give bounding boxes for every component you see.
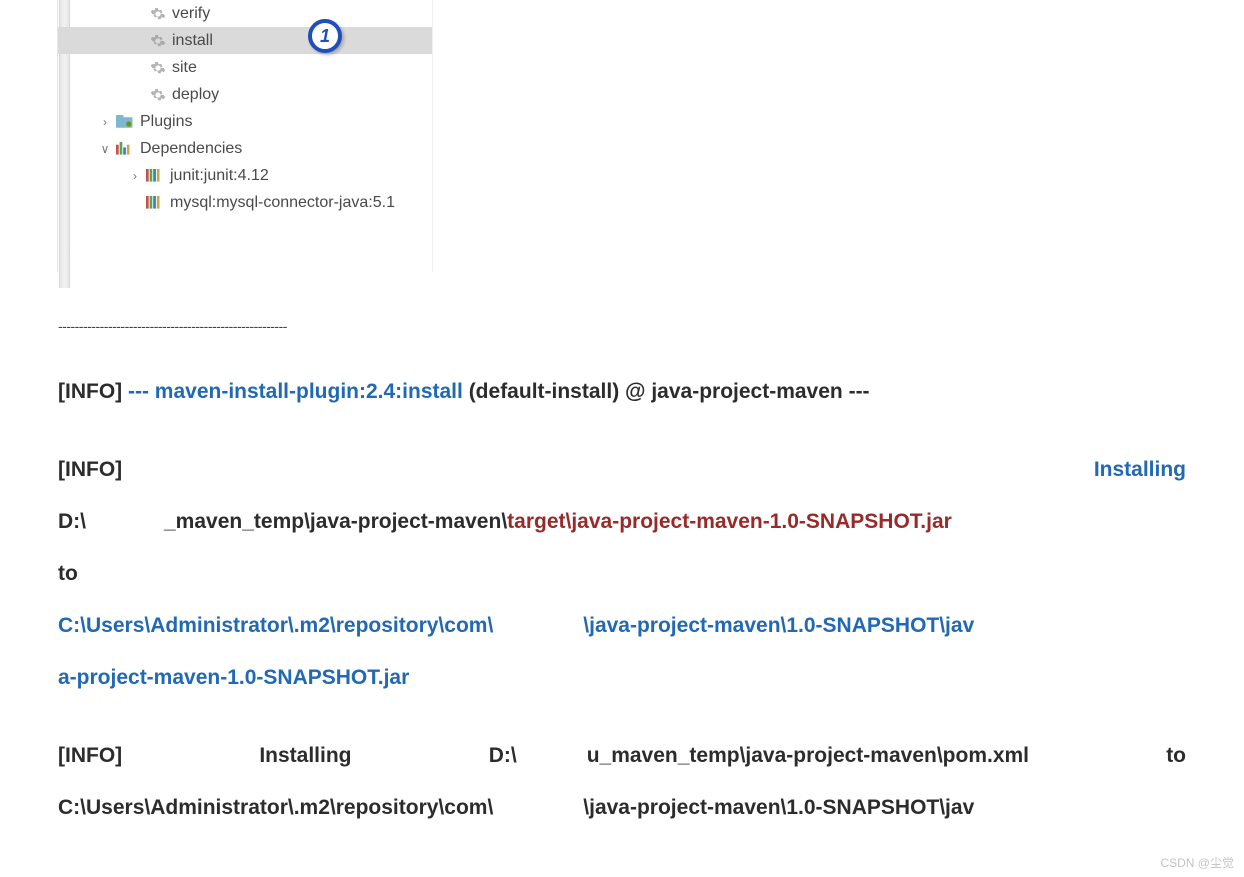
chevron-down-icon: ∨ xyxy=(98,142,112,156)
log-line-installing-pom: [INFO] Installing D:\ u_maven_temp\java-p… xyxy=(58,730,1186,782)
library-icon xyxy=(146,196,164,210)
log-repo-c: a-project-maven-1.0-SNAPSHOT.jar xyxy=(58,666,409,689)
goal-verify[interactable]: verify xyxy=(58,0,432,27)
log-line-repo-path-1b: a-project-maven-1.0-SNAPSHOT.jar xyxy=(58,652,1186,704)
log-divider: ----------------------------------------… xyxy=(58,316,1186,336)
log-line-repo-path-2: C:\Users\Administrator\.m2\repository\co… xyxy=(58,782,1186,834)
goal-label: verify xyxy=(172,5,210,23)
dependencies-node[interactable]: ∨ Dependencies xyxy=(58,135,432,162)
log-line-to: to xyxy=(58,548,1186,600)
log-repo2-a: C:\Users\Administrator\.m2\repository\co… xyxy=(58,796,493,819)
log-line-installing-head: [INFO] Installing xyxy=(58,444,1186,496)
watermark: CSDN @尘觉 xyxy=(1160,854,1234,871)
dependency-label: junit:junit:4.12 xyxy=(170,167,269,185)
log-info-tag: [INFO] xyxy=(58,458,122,481)
dependency-mysql[interactable]: › mysql:mysql-connector-java:5.1 xyxy=(58,189,432,216)
log-target-jar: target\java-project-maven-1.0-SNAPSHOT.j… xyxy=(507,510,952,533)
gear-icon xyxy=(150,60,166,76)
log-plugin-call: --- maven-install-plugin:2.4:install xyxy=(122,380,469,403)
dependency-label: mysql:mysql-connector-java:5.1 xyxy=(170,194,395,212)
goal-label: install xyxy=(172,32,213,50)
log-pom-b: u_maven_temp\java-project-maven\pom.xml xyxy=(587,744,1029,767)
goal-install[interactable]: install xyxy=(58,27,432,54)
log-installing-word: Installing xyxy=(259,744,351,767)
log-repo-b: \java-project-maven\1.0-SNAPSHOT\jav xyxy=(583,614,974,637)
goal-site[interactable]: site xyxy=(58,54,432,81)
gear-icon xyxy=(150,33,166,49)
log-to-word: to xyxy=(58,562,78,585)
log-pom-a: D:\ xyxy=(489,744,517,767)
chevron-right-icon: › xyxy=(98,115,112,129)
log-path-mid: _maven_temp\java-project-maven\ xyxy=(164,510,507,533)
log-installing-word: Installing xyxy=(1094,458,1186,481)
dependencies-icon xyxy=(116,142,134,156)
library-icon xyxy=(146,169,164,183)
plugins-node[interactable]: › Plugins xyxy=(58,108,432,135)
log-info-tag: [INFO] xyxy=(58,744,122,767)
plugins-label: Plugins xyxy=(140,113,192,131)
dependency-junit[interactable]: › junit:junit:4.12 xyxy=(58,162,432,189)
log-line-repo-path-1: C:\Users\Administrator\.m2\repository\co… xyxy=(58,600,1186,652)
goal-label: site xyxy=(172,59,197,77)
goal-label: deploy xyxy=(172,86,219,104)
folder-gear-icon xyxy=(116,115,134,129)
log-line-source-path: D:\ _maven_temp\java-project-maven\target… xyxy=(58,496,1186,548)
maven-tree-panel: verify install site deploy › Plugins ∨ D… xyxy=(57,0,433,272)
goal-deploy[interactable]: deploy xyxy=(58,81,432,108)
dependencies-label: Dependencies xyxy=(140,140,242,158)
build-log: ----------------------------------------… xyxy=(0,316,1244,834)
log-repo-a: C:\Users\Administrator\.m2\repository\co… xyxy=(58,614,493,637)
log-pom-to: to xyxy=(1166,744,1186,767)
chevron-right-icon: › xyxy=(128,169,142,183)
callout-badge-1: 1 xyxy=(308,19,342,53)
log-path-prefix: D:\ xyxy=(58,510,86,533)
log-plugin-tail: (default-install) @ java-project-maven -… xyxy=(469,380,870,403)
log-repo2-b: \java-project-maven\1.0-SNAPSHOT\jav xyxy=(583,796,974,819)
gear-icon xyxy=(150,87,166,103)
gear-icon xyxy=(150,6,166,22)
log-info-tag: [INFO] xyxy=(58,380,122,403)
log-line-plugin: [INFO] --- maven-install-plugin:2.4:inst… xyxy=(58,366,1186,418)
